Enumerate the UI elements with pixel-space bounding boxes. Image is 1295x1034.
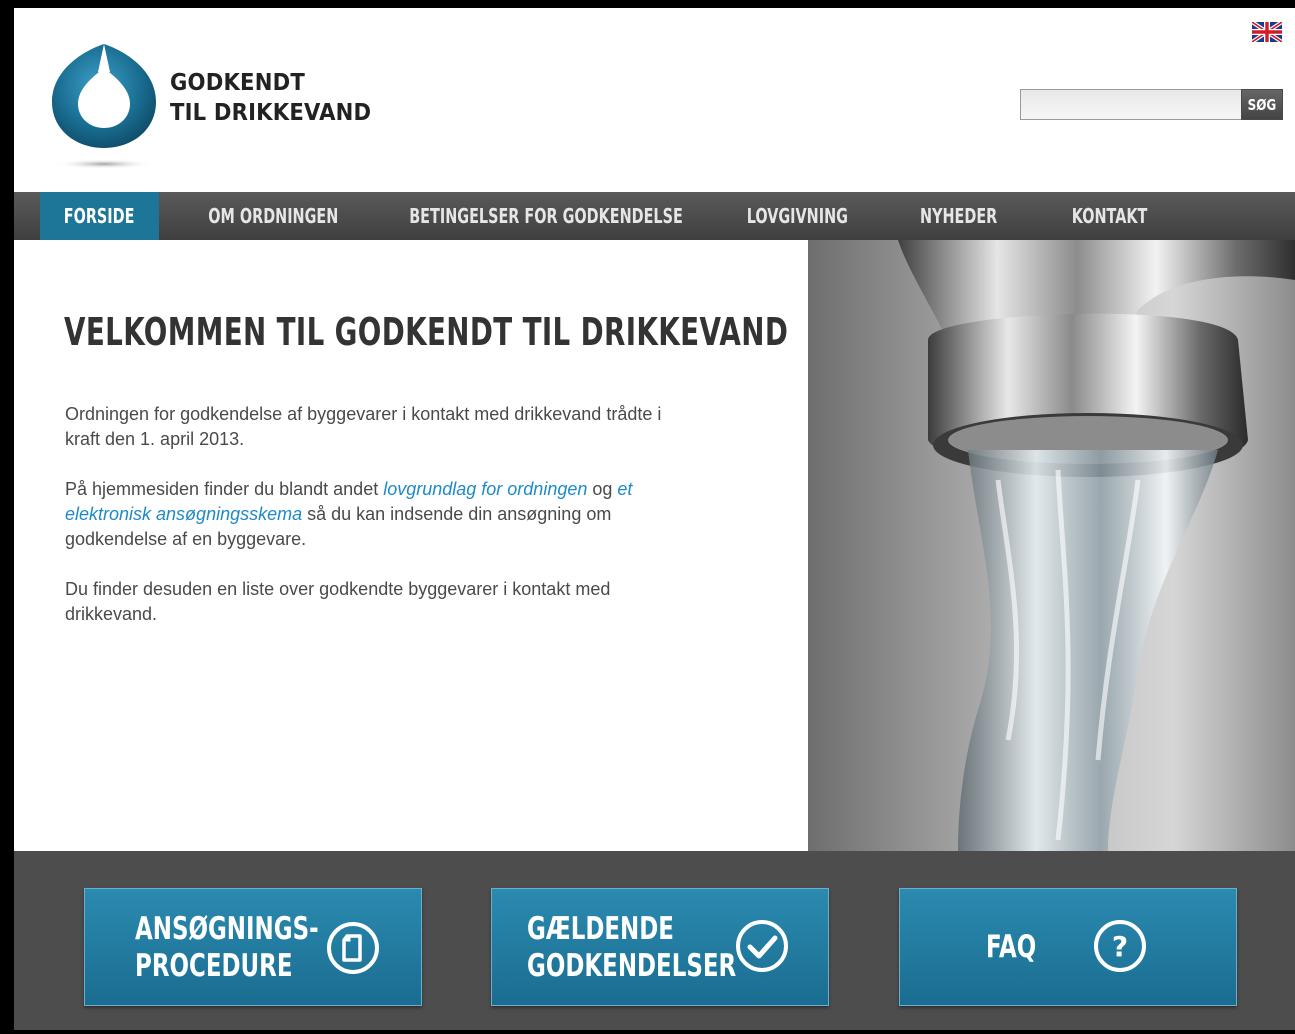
- window-frame: GODKENDT TIL DRIKKEVAND SØG FORSIDE OM O…: [0, 0, 1295, 1034]
- nav-item-label: KONTAKT: [1072, 204, 1148, 228]
- logo-line1: GODKENDT: [170, 70, 305, 96]
- document-icon: [327, 922, 379, 974]
- nav-item-forside[interactable]: FORSIDE: [40, 192, 159, 240]
- nav-item-label: BETINGELSER FOR GODKENDELSE: [409, 204, 683, 228]
- logo-text: GODKENDT TIL DRIKKEVAND: [170, 68, 371, 128]
- nav-item-betingelser[interactable]: BETINGELSER FOR GODKENDELSE: [388, 192, 704, 240]
- tile-faq[interactable]: FAQ ?: [899, 888, 1237, 1006]
- paragraph-3: Du finder desuden en liste over godkendt…: [65, 579, 611, 624]
- nav-item-om-ordningen[interactable]: OM ORDNINGEN: [159, 192, 388, 240]
- question-icon: ?: [1094, 920, 1146, 972]
- intro-text: Ordningen for godkendelse af byggevarer …: [65, 402, 665, 652]
- svg-text:?: ?: [1112, 930, 1128, 963]
- tile-line1: FAQ: [986, 929, 1037, 965]
- faucet-photo: [808, 240, 1295, 851]
- tile-application-procedure[interactable]: ANSØGNINGS- PROCEDURE: [84, 888, 422, 1006]
- tile-label: FAQ: [986, 929, 1036, 966]
- logo-line2: TIL DRIKKEVAND: [170, 100, 372, 126]
- main-content: VELKOMMEN TIL GODKENDT TIL DRIKKEVAND Or…: [14, 240, 808, 851]
- site-logo[interactable]: GODKENDT TIL DRIKKEVAND: [50, 42, 371, 172]
- paragraph-1: Ordningen for godkendelse af byggevarer …: [65, 404, 662, 449]
- nav-item-nyheder[interactable]: NYHEDER: [890, 192, 1028, 240]
- page: GODKENDT TIL DRIKKEVAND SØG FORSIDE OM O…: [14, 8, 1295, 1030]
- nav-item-lovgivning[interactable]: LOVGIVNING: [704, 192, 890, 240]
- checkmark-icon: [736, 920, 788, 972]
- p2-text: På hjemmesiden finder du blandt andet: [65, 479, 384, 499]
- header: GODKENDT TIL DRIKKEVAND SØG: [14, 8, 1295, 192]
- tile-line2: GODKENDELSER: [527, 948, 737, 984]
- tile-label: ANSØGNINGS- PROCEDURE: [135, 911, 319, 985]
- main-nav: FORSIDE OM ORDNINGEN BETINGELSER FOR GOD…: [14, 192, 1295, 240]
- tile-line1: GÆLDENDE: [527, 911, 674, 947]
- p2-text: og: [587, 479, 618, 499]
- nav-item-label: LOVGIVNING: [746, 204, 848, 228]
- search-button[interactable]: SØG: [1241, 89, 1283, 120]
- nav-item-label: OM ORDNINGEN: [208, 204, 339, 228]
- nav-item-label: FORSIDE: [64, 204, 135, 228]
- paragraph-2: På hjemmesiden finder du blandt andet lo…: [65, 477, 665, 552]
- faucet-image: [808, 240, 1295, 851]
- water-drop-logo-icon: [52, 44, 156, 169]
- footer-tiles: ANSØGNINGS- PROCEDURE GÆLDENDE GODKENDEL…: [14, 851, 1295, 1030]
- tile-label: GÆLDENDE GODKENDELSER: [527, 911, 736, 985]
- page-title: VELKOMMEN TIL GODKENDT TIL DRIKKEVAND: [64, 310, 789, 354]
- law-link[interactable]: lovgrundlag for ordningen: [383, 479, 587, 499]
- tile-current-approvals[interactable]: GÆLDENDE GODKENDELSER: [491, 888, 829, 1006]
- nav-item-kontakt[interactable]: KONTAKT: [1028, 192, 1192, 240]
- search-input[interactable]: [1020, 89, 1241, 120]
- uk-flag-icon[interactable]: [1252, 22, 1282, 42]
- search-button-label: SØG: [1247, 95, 1277, 114]
- tile-line2: PROCEDURE: [135, 948, 293, 984]
- nav-item-label: NYHEDER: [920, 204, 998, 228]
- tile-line1: ANSØGNINGS-: [135, 911, 319, 947]
- search-box: SØG: [1020, 89, 1283, 120]
